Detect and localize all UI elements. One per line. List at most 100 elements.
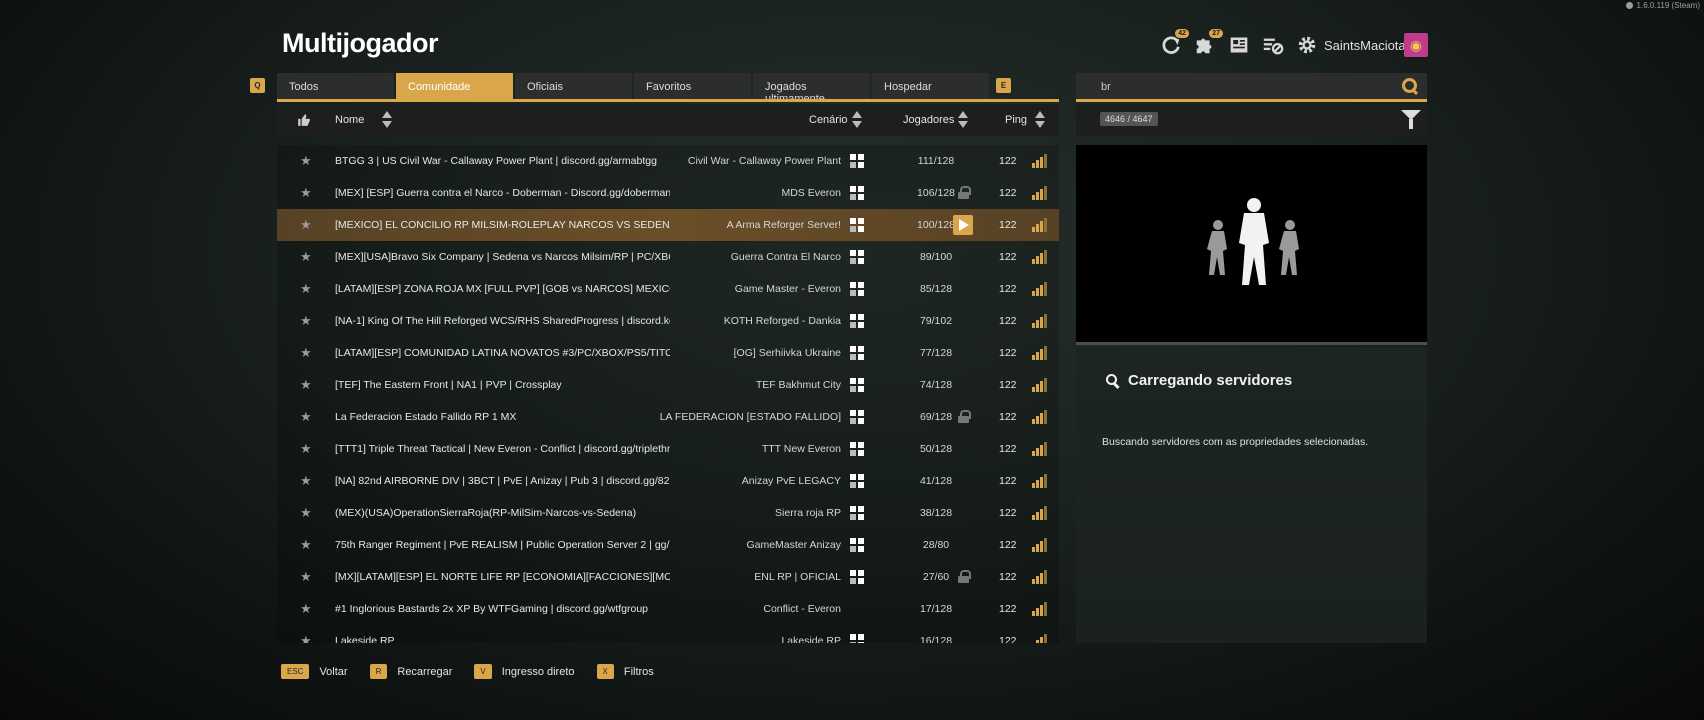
server-players: 89/100 — [919, 251, 953, 263]
sort-name-icon[interactable] — [382, 111, 392, 129]
server-row[interactable]: ★ [LATAM][ESP] COMUNIDAD LATINA NOVATOS #… — [277, 337, 1059, 369]
favorite-star-icon[interactable]: ★ — [300, 313, 312, 329]
version-text: 1.6.0.119 (Steam) — [1636, 1, 1700, 10]
tab-favoritos[interactable]: Favoritos — [634, 73, 751, 99]
column-scenario[interactable]: Cenário — [809, 114, 848, 126]
server-row[interactable]: ★ Lakeside RP Lakeside RP 16/128 122 — [277, 625, 1059, 643]
newspaper-icon — [1230, 37, 1248, 53]
favorite-star-icon[interactable]: ★ — [300, 473, 312, 489]
tab-prev-key[interactable]: Q — [250, 78, 265, 93]
server-scenario: ENL RP | OFICIAL — [754, 571, 841, 583]
thumbs-up-icon[interactable] — [297, 113, 311, 127]
soldiers-silhouette-icon — [1207, 198, 1299, 285]
server-row[interactable]: ★ [MEX][USA]Bravo Six Company | Sedena vs… — [277, 241, 1059, 273]
signal-strength-icon — [1032, 250, 1047, 264]
favorite-star-icon[interactable]: ★ — [300, 185, 312, 201]
tab-hospedar[interactable]: Hospedar — [872, 73, 989, 99]
mods-icon — [850, 634, 864, 643]
column-name[interactable]: Nome — [335, 114, 364, 126]
server-row[interactable]: ★ [TTT1] Triple Threat Tactical | New Eve… — [277, 433, 1059, 465]
server-preview-image — [1076, 145, 1427, 345]
mods-icon — [850, 570, 864, 584]
server-players: 38/128 — [919, 507, 953, 519]
favorite-star-icon[interactable]: ★ — [300, 409, 312, 425]
settings-button[interactable] — [1294, 32, 1320, 58]
server-row[interactable]: ★ [MX][LATAM][ESP] EL NORTE LIFE RP [ECON… — [277, 561, 1059, 593]
direct-join-key: V — [474, 664, 492, 679]
server-row[interactable]: ★ [NA-1] King Of The Hill Reforged WCS/RH… — [277, 305, 1059, 337]
avatar[interactable]: ◉ — [1404, 33, 1428, 57]
server-row[interactable]: ★ [MEX] [ESP] Guerra contra el Narco - Do… — [277, 177, 1059, 209]
server-row[interactable]: ★ [NA] 82nd AIRBORNE DIV | 3BCT | PvE | A… — [277, 465, 1059, 497]
mods-icon — [850, 186, 864, 200]
server-row[interactable]: ★ [LATAM][ESP] ZONA ROJA MX [FULL PVP] [G… — [277, 273, 1059, 305]
username[interactable]: SaintsMaciota — [1324, 38, 1406, 53]
direct-join-action[interactable]: V Ingresso direto — [474, 664, 575, 679]
search-input[interactable]: br — [1076, 73, 1427, 100]
server-row[interactable]: ★ La Federacion Estado Fallido RP 1 MX LA … — [277, 401, 1059, 433]
server-ping: 122 — [999, 475, 1017, 487]
server-row[interactable]: ★ (MEX)(USA)OperationSierraRoja(RP-MilSim… — [277, 497, 1059, 529]
server-ping: 122 — [999, 283, 1017, 295]
status-title: Carregando servidores — [1128, 372, 1293, 389]
server-ping: 122 — [999, 155, 1017, 167]
tab-todos[interactable]: Todos — [277, 73, 394, 99]
server-row[interactable]: ★ [TEF] The Eastern Front | NA1 | PVP | C… — [277, 369, 1059, 401]
back-action[interactable]: ESC Voltar — [281, 664, 348, 679]
lock-icon — [958, 410, 971, 423]
favorite-star-icon[interactable]: ★ — [300, 249, 312, 265]
reload-label: Recarregar — [397, 665, 453, 678]
server-name: [TTT1] Triple Threat Tactical | New Ever… — [335, 443, 670, 455]
search-icon[interactable] — [1402, 78, 1418, 94]
sort-scenario-icon[interactable] — [852, 111, 862, 129]
news-button[interactable] — [1226, 32, 1252, 58]
favorite-star-icon[interactable]: ★ — [300, 569, 312, 585]
column-ping[interactable]: Ping — [1005, 114, 1027, 126]
column-players[interactable]: Jogadores — [903, 114, 954, 126]
mods-icon — [850, 506, 864, 520]
tab-next-key[interactable]: E — [996, 78, 1011, 93]
block-list-icon — [1263, 38, 1284, 55]
server-name: La Federacion Estado Fallido RP 1 MX — [335, 411, 517, 423]
info-icon — [1625, 2, 1633, 9]
favorite-star-icon[interactable]: ★ — [300, 217, 312, 233]
reload-action[interactable]: R Recarregar — [369, 664, 453, 679]
favorite-star-icon[interactable]: ★ — [300, 505, 312, 521]
server-row[interactable]: ★ [MEXICO] EL CONCILIO RP MILSIM-ROLEPLAY… — [277, 209, 1059, 241]
mods-button[interactable]: 27 — [1192, 29, 1223, 58]
blocked-list-button[interactable] — [1260, 32, 1286, 58]
version-label: 1.6.0.119 (Steam) — [1625, 1, 1700, 10]
tab-jogados-ultimamente[interactable]: Jogados ultimamente — [753, 73, 870, 105]
signal-strength-icon — [1032, 314, 1047, 328]
favorite-star-icon[interactable]: ★ — [300, 633, 312, 643]
server-row[interactable]: ★ 75th Ranger Regiment | PvE REALISM | Pu… — [277, 529, 1059, 561]
sort-players-icon[interactable] — [958, 111, 968, 129]
server-row[interactable]: ★ #1 Inglorious Bastards 2x XP By WTFGami… — [277, 593, 1059, 625]
mods-icon — [850, 218, 864, 232]
mods-icon — [850, 250, 864, 264]
signal-strength-icon — [1032, 506, 1047, 520]
favorite-star-icon[interactable]: ★ — [300, 441, 312, 457]
tab-comunidade[interactable]: Comunidade — [396, 73, 513, 99]
favorite-star-icon[interactable]: ★ — [300, 377, 312, 393]
footer-actions: ESC Voltar R Recarregar V Ingresso diret… — [281, 664, 676, 679]
join-play-icon[interactable] — [953, 215, 973, 235]
server-scenario: Conflict - Everon — [763, 603, 841, 615]
server-row[interactable]: ★ BTGG 3 | US Civil War - Callaway Power … — [277, 145, 1059, 177]
favorite-star-icon[interactable]: ★ — [300, 601, 312, 617]
favorite-star-icon[interactable]: ★ — [300, 537, 312, 553]
filter-icon[interactable] — [1401, 110, 1421, 130]
mods-icon — [850, 346, 864, 360]
refresh-button[interactable]: 42 — [1158, 29, 1189, 58]
server-scenario: [OG] Serhiivka Ukraine — [733, 347, 841, 359]
favorite-star-icon[interactable]: ★ — [300, 281, 312, 297]
signal-strength-icon — [1032, 570, 1047, 584]
favorite-star-icon[interactable]: ★ — [300, 153, 312, 169]
filters-action[interactable]: X Filtros — [596, 664, 654, 679]
server-players: 85/128 — [919, 283, 953, 295]
favorite-star-icon[interactable]: ★ — [300, 345, 312, 361]
tab-oficiais[interactable]: Oficiais — [515, 73, 632, 99]
server-name: (MEX)(USA)OperationSierraRoja(RP-MilSim-… — [335, 507, 637, 519]
sort-ping-icon[interactable] — [1035, 111, 1045, 129]
search-underline — [1076, 99, 1427, 102]
